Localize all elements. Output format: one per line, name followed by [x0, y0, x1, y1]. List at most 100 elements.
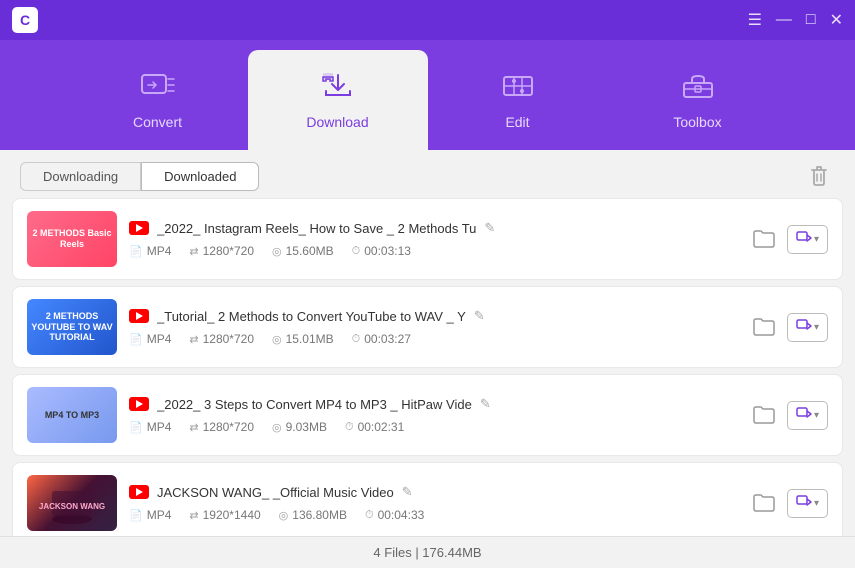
- resolution-icon: ⇄: [189, 509, 198, 522]
- size-icon: ◎: [272, 245, 282, 258]
- file-duration: 00:03:27: [364, 332, 411, 346]
- resolution-meta: ⇄ 1280*720: [189, 332, 254, 346]
- edit-title-icon[interactable]: ✎: [474, 308, 485, 324]
- file-thumbnail: MP4 TO MP3: [27, 387, 117, 443]
- download-tab-label: Download: [306, 114, 368, 130]
- edit-title-icon[interactable]: ✎: [484, 220, 495, 236]
- file-resolution: 1280*720: [203, 332, 254, 346]
- open-folder-button[interactable]: [749, 224, 779, 254]
- file-resolution: 1280*720: [203, 420, 254, 434]
- file-format: MP4: [147, 332, 172, 346]
- format-meta: 📄 MP4: [129, 244, 171, 258]
- sub-tabs: Downloading Downloaded: [20, 162, 259, 191]
- file-icon: 📄: [129, 333, 143, 346]
- edit-title-icon[interactable]: ✎: [480, 396, 491, 412]
- tab-download[interactable]: Download: [248, 50, 428, 150]
- file-size: 15.60MB: [286, 244, 334, 258]
- convert-tab-icon: [140, 71, 176, 108]
- file-thumbnail: JACKSON WANG: [27, 475, 117, 531]
- file-size: 15.01MB: [286, 332, 334, 346]
- open-folder-button[interactable]: [749, 400, 779, 430]
- table-row: JACKSON WANG JACKSON WANG_ _Official Mus…: [12, 462, 843, 536]
- convert-to-button[interactable]: ▾: [787, 401, 828, 430]
- table-row: 2 METHODS YOUTUBE TO WAV TUTORIAL _Tutor…: [12, 286, 843, 368]
- resolution-icon: ⇄: [189, 421, 198, 434]
- resolution-meta: ⇄ 1280*720: [189, 420, 254, 434]
- footer-summary: 4 Files | 176.44MB: [0, 536, 855, 568]
- subtab-downloaded[interactable]: Downloaded: [141, 162, 259, 191]
- file-thumbnail: 2 METHODS Basic Reels: [27, 211, 117, 267]
- size-meta: ◎ 15.60MB: [272, 244, 334, 258]
- file-title-row: _Tutorial_ 2 Methods to Convert YouTube …: [129, 308, 737, 324]
- file-resolution: 1280*720: [203, 244, 254, 258]
- menu-icon[interactable]: ☰: [748, 10, 762, 30]
- file-thumbnail: 2 METHODS YOUTUBE TO WAV TUTORIAL: [27, 299, 117, 355]
- svg-text:JACKSON WANG: JACKSON WANG: [39, 502, 105, 511]
- size-meta: ◎ 9.03MB: [272, 420, 327, 434]
- close-icon[interactable]: ✕: [830, 10, 843, 30]
- file-size: 136.80MB: [292, 508, 347, 522]
- file-duration: 00:02:31: [358, 420, 405, 434]
- file-title-row: _2022_ Instagram Reels_ How to Save _ 2 …: [129, 220, 737, 236]
- trash-button[interactable]: [803, 160, 835, 192]
- convert-to-button[interactable]: ▾: [787, 313, 828, 342]
- file-list: 2 METHODS Basic Reels _2022_ Instagram R…: [0, 192, 855, 536]
- file-title: _Tutorial_ 2 Methods to Convert YouTube …: [157, 309, 466, 324]
- file-info: _Tutorial_ 2 Methods to Convert YouTube …: [129, 308, 737, 346]
- convert-btn-icon: [796, 318, 812, 337]
- duration-icon: ⏱: [345, 421, 354, 434]
- file-actions: ▾: [749, 224, 828, 254]
- file-info: JACKSON WANG_ _Official Music Video ✎ 📄 …: [129, 484, 737, 522]
- file-title-row: JACKSON WANG_ _Official Music Video ✎: [129, 484, 737, 500]
- tab-toolbox[interactable]: Toolbox: [608, 50, 788, 150]
- window-controls: ☰ — □ ✕: [748, 10, 843, 30]
- file-meta: 📄 MP4 ⇄ 1920*1440 ◎ 136.80MB ⏱ 00:04:33: [129, 508, 737, 522]
- sub-tabs-bar: Downloading Downloaded: [0, 150, 855, 192]
- minimize-icon[interactable]: —: [776, 11, 792, 29]
- size-meta: ◎ 136.80MB: [279, 508, 347, 522]
- open-folder-button[interactable]: [749, 312, 779, 342]
- file-size: 9.03MB: [286, 420, 327, 434]
- duration-meta: ⏱ 00:03:27: [352, 332, 411, 346]
- resolution-icon: ⇄: [189, 245, 198, 258]
- convert-btn-icon: [796, 494, 812, 513]
- file-resolution: 1920*1440: [203, 508, 261, 522]
- size-meta: ◎ 15.01MB: [272, 332, 334, 346]
- convert-btn-icon: [796, 230, 812, 249]
- table-row: MP4 TO MP3 _2022_ 3 Steps to Convert MP4…: [12, 374, 843, 456]
- toolbox-tab-label: Toolbox: [673, 114, 721, 130]
- youtube-icon: [129, 397, 149, 411]
- edit-tab-label: Edit: [505, 114, 529, 130]
- convert-dropdown-arrow: ▾: [814, 410, 819, 421]
- tab-convert[interactable]: Convert: [68, 50, 248, 150]
- nav-tabs: Convert Download Edit: [0, 40, 855, 150]
- file-title: _2022_ 3 Steps to Convert MP4 to MP3 _ H…: [157, 397, 472, 412]
- content-area: Downloading Downloaded 2 METHODS Basic R…: [0, 150, 855, 568]
- file-icon: 📄: [129, 245, 143, 258]
- thumb-label: 2 METHODS YOUTUBE TO WAV TUTORIAL: [27, 299, 117, 355]
- size-icon: ◎: [279, 509, 289, 522]
- convert-to-button[interactable]: ▾: [787, 225, 828, 254]
- file-meta: 📄 MP4 ⇄ 1280*720 ◎ 9.03MB ⏱ 00:02:31: [129, 420, 737, 434]
- format-meta: 📄 MP4: [129, 332, 171, 346]
- file-actions: ▾: [749, 488, 828, 518]
- maximize-icon[interactable]: □: [806, 11, 816, 29]
- convert-btn-icon: [796, 406, 812, 425]
- subtab-downloading[interactable]: Downloading: [20, 162, 141, 191]
- thumb-label: JACKSON WANG: [27, 475, 117, 531]
- format-meta: 📄 MP4: [129, 508, 171, 522]
- thumb-label: 2 METHODS Basic Reels: [27, 211, 117, 267]
- file-meta: 📄 MP4 ⇄ 1280*720 ◎ 15.01MB ⏱ 00:03:27: [129, 332, 737, 346]
- tab-edit[interactable]: Edit: [428, 50, 608, 150]
- convert-dropdown-arrow: ▾: [814, 322, 819, 333]
- size-icon: ◎: [272, 333, 282, 346]
- convert-to-button[interactable]: ▾: [787, 489, 828, 518]
- thumb-label: MP4 TO MP3: [27, 387, 117, 443]
- edit-title-icon[interactable]: ✎: [402, 484, 413, 500]
- title-bar: C ☰ — □ ✕: [0, 0, 855, 40]
- open-folder-button[interactable]: [749, 488, 779, 518]
- file-duration: 00:04:33: [378, 508, 425, 522]
- file-format: MP4: [147, 508, 172, 522]
- app-logo: C: [12, 7, 38, 33]
- resolution-icon: ⇄: [189, 333, 198, 346]
